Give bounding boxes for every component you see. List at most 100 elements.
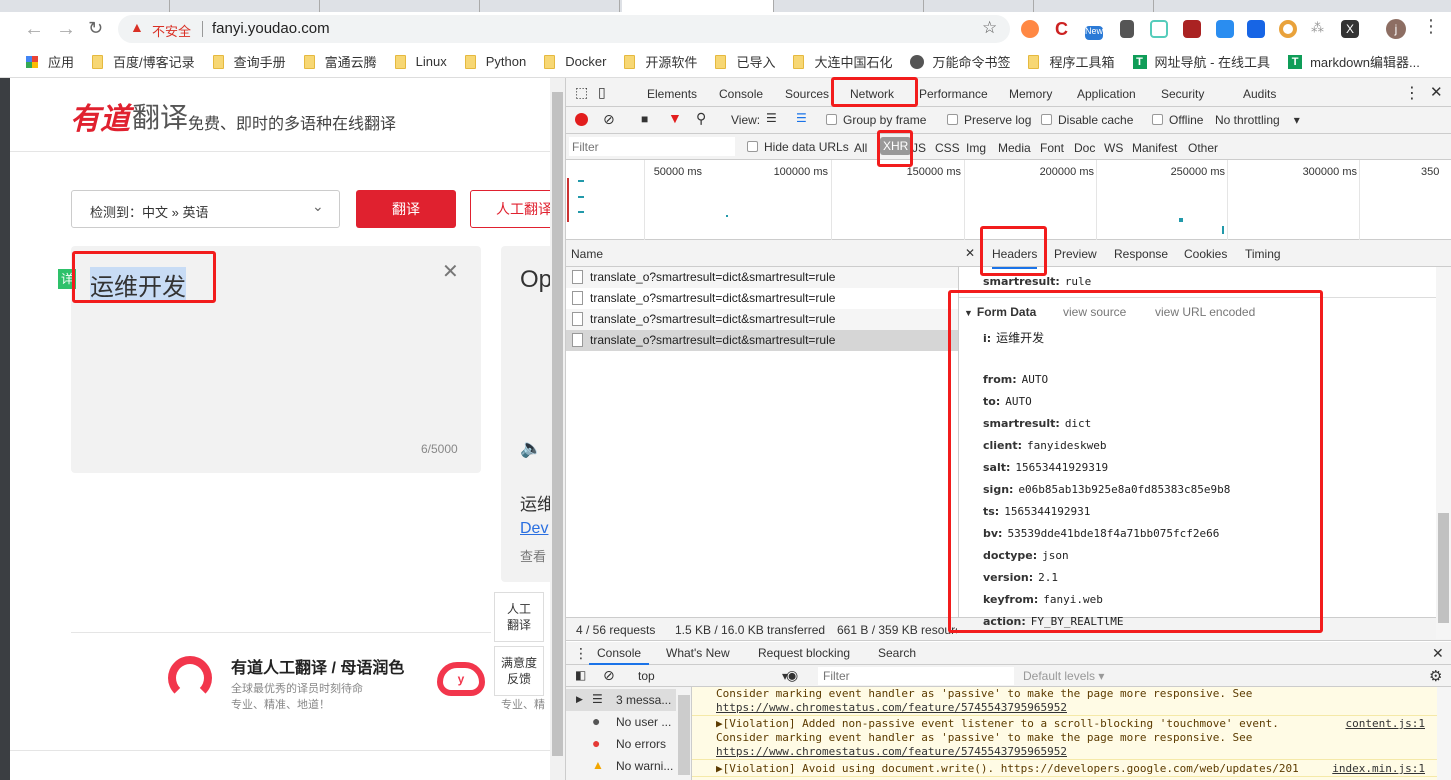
bookmark-item[interactable]: 大连中国石化	[793, 52, 892, 71]
page-scrollbar[interactable]	[550, 78, 565, 780]
screenshot-icon[interactable]: ■	[641, 112, 648, 126]
extension-translate-icon[interactable]	[1120, 20, 1134, 38]
bookmark-item[interactable]: Docker	[544, 54, 606, 69]
view-url-encoded-link[interactable]: view URL encoded	[1155, 305, 1255, 319]
address-bar[interactable]: ▲ 不安全 fanyi.youdao.com ☆	[118, 15, 1010, 43]
tab-console[interactable]: Console	[719, 87, 763, 101]
type-font[interactable]: Font	[1040, 141, 1064, 155]
hide-data-urls-checkbox[interactable]: Hide data URLs	[747, 140, 849, 154]
menu-icon[interactable]: ⋮	[1422, 16, 1440, 37]
tab-elements[interactable]: Elements	[647, 87, 697, 101]
more-icon[interactable]: ⋮	[1404, 83, 1420, 103]
promo-title[interactable]: 有道人工翻译 / 母语润色	[231, 654, 404, 678]
request-row[interactable]: translate_o?smartresult=dict&smartresult…	[566, 267, 958, 288]
type-js[interactable]: JS	[912, 141, 926, 155]
drawer-tab-whats-new[interactable]: What's New	[666, 646, 730, 660]
bookmark-item[interactable]: 查询手册	[212, 52, 286, 71]
settings-gear-icon[interactable]: ⚙	[1429, 667, 1442, 685]
bookmark-item[interactable]: 已导入	[715, 52, 775, 71]
tab-sources[interactable]: Sources	[785, 87, 829, 101]
extension-tree-icon[interactable]: ⁂	[1311, 20, 1329, 38]
eye-icon[interactable]: ◉	[786, 667, 798, 684]
tab-performance[interactable]: Performance	[919, 87, 988, 101]
sidebar-user-messages[interactable]: ● No user ...	[566, 711, 676, 733]
extension-x-icon[interactable]: X	[1341, 20, 1359, 38]
drawer-tab-search[interactable]: Search	[878, 646, 916, 660]
form-data-toggle[interactable]: ▼ Form Data	[964, 305, 1036, 319]
result-link[interactable]: Dev	[520, 520, 548, 538]
extension-new-icon[interactable]: New	[1085, 26, 1103, 40]
type-xhr[interactable]: XHR	[880, 137, 912, 155]
logo-youdao[interactable]: 有道	[70, 94, 130, 138]
human-translate-button[interactable]: 人工翻译	[470, 190, 550, 228]
type-ws[interactable]: WS	[1104, 141, 1123, 155]
clear-icon[interactable]: ✕	[442, 259, 459, 284]
source-text-area[interactable]: 运维开发 ✕ 6/5000	[71, 246, 481, 473]
extension-download-icon[interactable]	[1247, 20, 1265, 38]
tab-strip[interactable]	[0, 0, 1451, 12]
extension-chrome-icon[interactable]	[1279, 20, 1297, 38]
feedback-button[interactable]: 满意度 反馈	[494, 646, 544, 696]
bookmark-item[interactable]: Tmarkdown编辑器...	[1288, 52, 1420, 71]
throttling-select[interactable]: No throttling ▾	[1215, 113, 1300, 127]
result-more[interactable]: 查看	[520, 546, 546, 565]
sidebar-toggle-icon[interactable]: ◧	[575, 668, 586, 682]
tab-network[interactable]: Network	[850, 87, 895, 108]
side-human-translate-button[interactable]: 人工 翻译	[494, 592, 544, 642]
language-select[interactable]: 检测到：中文 » 英语 ⌄	[71, 190, 340, 228]
name-column-header[interactable]: Name	[571, 247, 603, 261]
type-other[interactable]: Other	[1188, 141, 1218, 155]
tab-cookies[interactable]: Cookies	[1184, 247, 1227, 261]
request-row[interactable]: translate_o?smartresult=dict&smartresult…	[566, 288, 958, 309]
device-toggle-icon[interactable]: ▯	[598, 84, 606, 101]
sidebar-errors[interactable]: ● No errors	[566, 733, 676, 755]
bookmark-item[interactable]: Linux	[394, 54, 447, 69]
offline-checkbox[interactable]: Offline	[1152, 113, 1203, 127]
source-link[interactable]: index.min.js:1	[1332, 762, 1425, 776]
console-filter-input[interactable]	[818, 667, 1014, 685]
tab-application[interactable]: Application	[1077, 87, 1136, 101]
drawer-menu-icon[interactable]: ⋮	[574, 645, 588, 662]
source-text[interactable]: 运维开发	[90, 267, 186, 302]
waterfall-view-icon[interactable]: ☰	[796, 111, 807, 125]
extension-code-icon[interactable]	[1150, 20, 1168, 38]
clear-console-icon[interactable]: ⊘	[603, 667, 615, 684]
reload-icon[interactable]: ↻	[88, 18, 103, 39]
network-filter-input[interactable]	[569, 137, 735, 156]
disable-cache-checkbox[interactable]: Disable cache	[1041, 113, 1133, 127]
forward-icon[interactable]: →	[56, 18, 76, 41]
detail-tag[interactable]: 详	[58, 269, 76, 289]
bookmark-item[interactable]: Python	[464, 54, 526, 69]
extension-c-icon[interactable]: C	[1055, 20, 1073, 38]
request-row[interactable]: translate_o?smartresult=dict&smartresult…	[566, 309, 958, 330]
inspect-icon[interactable]: ⬚	[575, 84, 588, 101]
type-media[interactable]: Media	[998, 141, 1031, 155]
filter-icon[interactable]: ▼	[668, 110, 682, 126]
extension-js-icon[interactable]	[1183, 20, 1201, 38]
drawer-tab-request-blocking[interactable]: Request blocking	[758, 646, 850, 660]
tab-audits[interactable]: Audits	[1243, 87, 1276, 101]
bookmark-item[interactable]: 程序工具箱	[1028, 52, 1115, 71]
url-text[interactable]: fanyi.youdao.com	[212, 20, 330, 37]
view-source-link[interactable]: view source	[1063, 305, 1126, 319]
sidebar-warnings[interactable]: ▲ No warni...	[566, 755, 676, 777]
preserve-log-checkbox[interactable]: Preserve log	[947, 113, 1031, 127]
bookmark-item[interactable]: T 网址导航 - 在线工具	[1132, 52, 1270, 71]
tab-preview[interactable]: Preview	[1054, 247, 1097, 261]
close-drawer-icon[interactable]: ✕	[1432, 645, 1444, 662]
close-detail-icon[interactable]: ✕	[965, 246, 975, 260]
type-manifest[interactable]: Manifest	[1132, 141, 1177, 155]
source-link[interactable]: content.js:1	[1346, 717, 1425, 731]
type-all[interactable]: All	[854, 141, 867, 155]
bookmark-item[interactable]: 百度/博客记录	[92, 52, 195, 71]
translate-button[interactable]: 翻译	[356, 190, 456, 228]
clear-icon[interactable]: ⊘	[603, 111, 615, 128]
bookmark-item[interactable]: 开源软件	[624, 52, 697, 71]
list-view-icon[interactable]: ☰	[766, 111, 777, 125]
back-icon[interactable]: ←	[24, 18, 44, 41]
log-levels-select[interactable]: Default levels ▾	[1023, 669, 1104, 683]
type-css[interactable]: CSS	[935, 141, 960, 155]
detail-scrollbar[interactable]	[1436, 267, 1451, 639]
request-row-selected[interactable]: translate_o?smartresult=dict&smartresult…	[566, 330, 958, 351]
close-devtools-icon[interactable]: ✕	[1430, 83, 1443, 101]
